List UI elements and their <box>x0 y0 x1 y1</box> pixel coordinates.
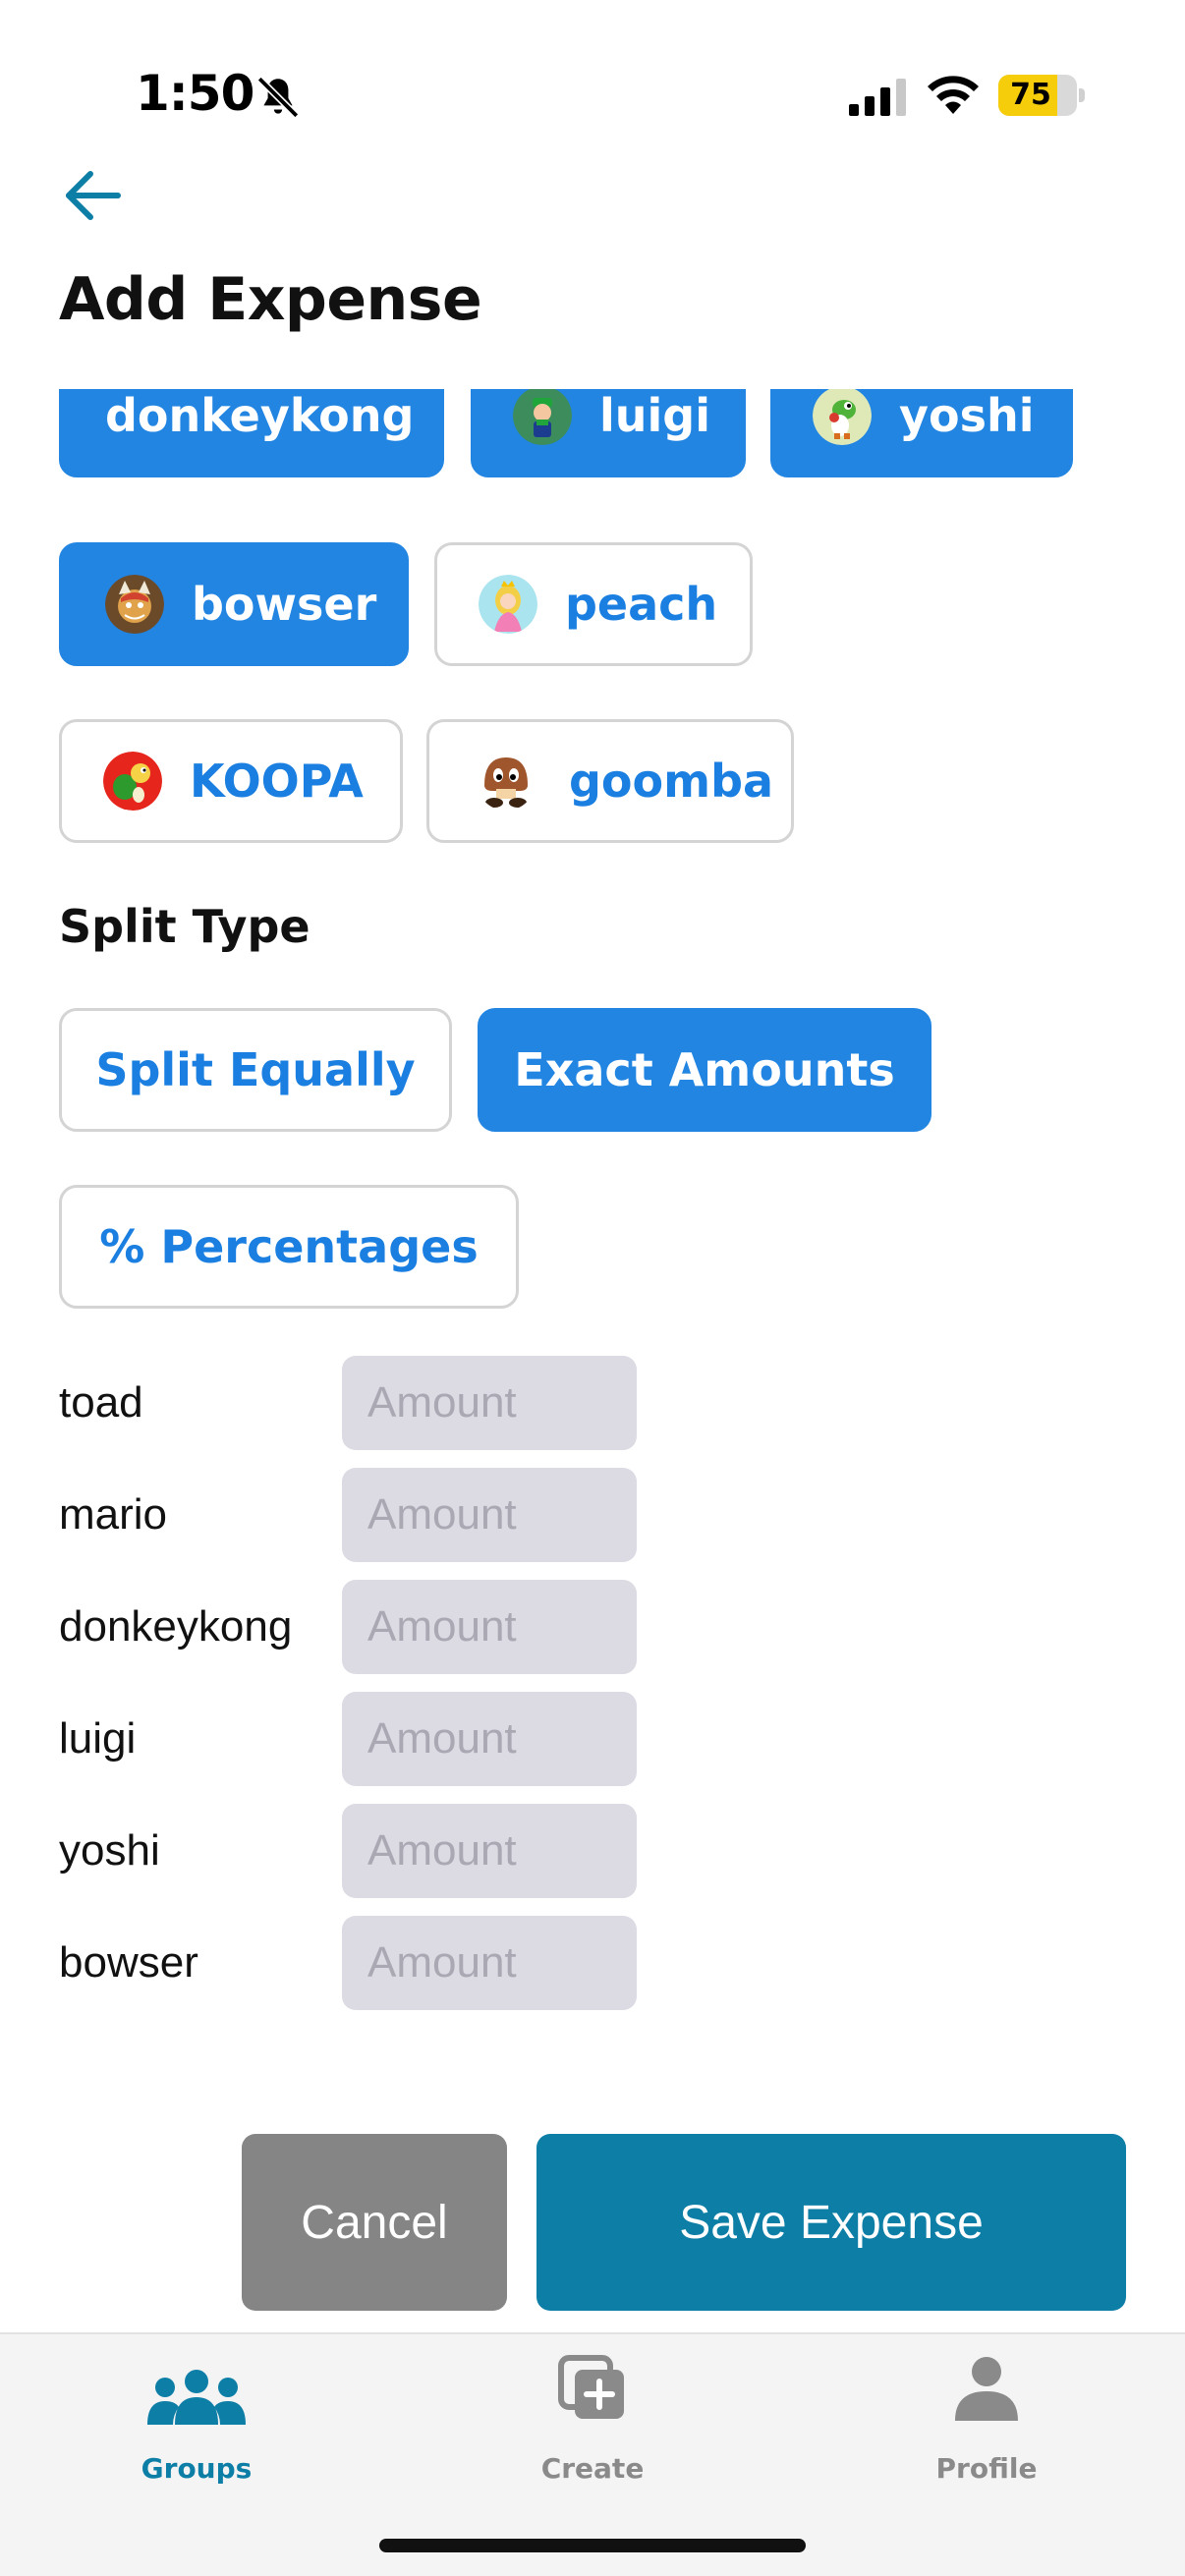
amount-row: donkeykong <box>59 1580 649 1674</box>
chip-goomba[interactable]: goomba <box>426 719 794 843</box>
signal-icon <box>849 79 906 116</box>
amount-row: toad <box>59 1356 649 1450</box>
goomba-avatar-icon <box>484 757 528 808</box>
tab-label: Create <box>540 2452 645 2485</box>
chip-donkeykong[interactable]: donkeykong <box>59 389 444 477</box>
chip-koopa[interactable]: KOOPA <box>59 719 403 843</box>
amount-input[interactable] <box>342 1916 637 2010</box>
amount-input[interactable] <box>342 1804 637 1898</box>
bowser-avatar-icon <box>105 575 164 634</box>
split-option-label: % Percentages <box>99 1220 479 1273</box>
member-name: toad <box>59 1378 143 1427</box>
wifi-icon <box>928 76 979 114</box>
chip-bowser[interactable]: bowser <box>59 542 409 666</box>
chip-luigi[interactable]: luigi <box>471 389 746 477</box>
status-time: 1:50 <box>136 65 254 122</box>
amount-row: luigi <box>59 1692 649 1786</box>
save-expense-button[interactable]: Save Expense <box>536 2134 1126 2311</box>
chip-label: KOOPA <box>190 755 364 808</box>
tab-groups[interactable]: Groups <box>88 2354 305 2492</box>
groups-icon <box>147 2370 246 2425</box>
tab-create[interactable]: Create <box>484 2354 701 2492</box>
amount-row: mario <box>59 1468 649 1562</box>
battery-indicator: 75 <box>998 75 1085 116</box>
amount-row: bowser <box>59 1916 649 2010</box>
home-indicator[interactable] <box>379 2539 806 2552</box>
amount-row: yoshi <box>59 1804 649 1898</box>
tab-profile[interactable]: Profile <box>878 2354 1095 2492</box>
amount-input[interactable] <box>342 1468 637 1562</box>
amount-input[interactable] <box>342 1356 637 1450</box>
participant-chips: donkeykong luigi yoshi bowser peach KOOP… <box>0 389 1185 851</box>
chip-label: donkeykong <box>105 389 415 442</box>
chip-yoshi[interactable]: yoshi <box>770 389 1073 477</box>
amount-input[interactable] <box>342 1580 637 1674</box>
cancel-button[interactable]: Cancel <box>242 2134 507 2311</box>
back-arrow-icon[interactable] <box>57 161 136 230</box>
tab-label: Profile <box>935 2452 1038 2485</box>
chip-peach[interactable]: peach <box>434 542 753 666</box>
yoshi-avatar-icon <box>813 389 872 445</box>
profile-icon <box>955 2357 1018 2421</box>
split-type-heading: Split Type <box>59 900 310 953</box>
member-name: donkeykong <box>59 1602 293 1651</box>
split-option-label: Split Equally <box>95 1043 416 1096</box>
chip-label: luigi <box>599 389 710 442</box>
chip-label: peach <box>565 578 718 631</box>
create-icon <box>558 2355 624 2419</box>
page-title: Add Expense <box>59 265 482 334</box>
member-name: mario <box>59 1490 168 1539</box>
tab-label: Groups <box>141 2452 253 2485</box>
peach-avatar-icon <box>479 575 537 634</box>
chip-label: goomba <box>569 755 774 808</box>
member-name: luigi <box>59 1714 137 1763</box>
member-name: yoshi <box>59 1826 160 1875</box>
exact-amounts-button[interactable]: Exact Amounts <box>478 1008 931 1132</box>
percentages-button[interactable]: % Percentages <box>59 1185 519 1309</box>
bell-muted-icon <box>256 76 300 119</box>
status-bar: 1:50 75 <box>0 0 1185 147</box>
luigi-avatar-icon <box>513 389 572 445</box>
chip-label: bowser <box>192 578 377 631</box>
split-equally-button[interactable]: Split Equally <box>59 1008 452 1132</box>
split-option-label: Exact Amounts <box>514 1043 895 1096</box>
amount-input[interactable] <box>342 1692 637 1786</box>
koopa-avatar-icon <box>103 752 162 811</box>
chip-label: yoshi <box>899 389 1035 442</box>
member-name: bowser <box>59 1938 198 1987</box>
